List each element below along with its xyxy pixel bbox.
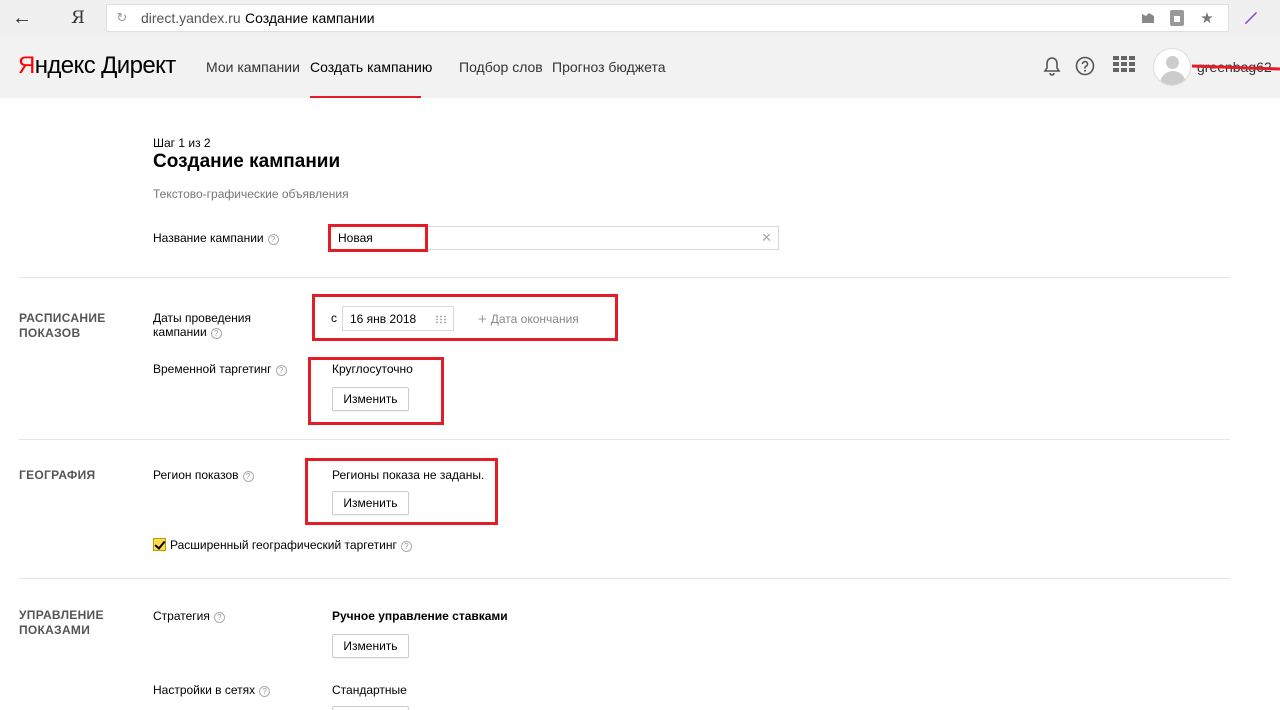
region-change-button[interactable]: Изменить xyxy=(332,491,409,515)
strategy-change-button[interactable]: Изменить xyxy=(332,634,409,658)
campaign-type-subtitle: Текстово-графические объявления xyxy=(153,187,349,201)
bell-icon[interactable] xyxy=(1041,56,1063,78)
time-targeting-change-button[interactable]: Изменить xyxy=(332,387,409,411)
nav-my-campaigns[interactable]: Мои кампании xyxy=(206,59,300,75)
campaign-name-input[interactable] xyxy=(338,230,738,246)
campaign-name-label: Название кампании? xyxy=(153,231,279,245)
reload-icon[interactable]: ↻ xyxy=(113,9,131,27)
section-divider xyxy=(19,439,1230,440)
page-title: Создание кампании xyxy=(153,151,341,172)
network-settings-change-button[interactable] xyxy=(332,706,409,710)
logo-yandex-rest: ндекс xyxy=(34,52,96,79)
management-section-title: УПРАВЛЕНИЕ ПОКАЗАМИ xyxy=(19,608,104,638)
schedule-title-line2: ПОКАЗОВ xyxy=(19,326,81,340)
step-indicator: Шаг 1 из 2 xyxy=(153,136,211,150)
star-icon[interactable]: ★ xyxy=(1199,11,1215,26)
campaign-name-label-text: Название кампании xyxy=(153,231,264,245)
lock-icon[interactable] xyxy=(1169,10,1185,26)
section-divider xyxy=(19,277,1230,278)
management-title-line1: УПРАВЛЕНИЕ xyxy=(19,608,104,622)
help-question-icon[interactable]: ? xyxy=(267,234,279,245)
add-end-date-link[interactable]: + Дата окончания xyxy=(478,311,579,328)
region-label-text: Регион показов xyxy=(153,468,239,482)
help-question-icon[interactable]: ? xyxy=(242,471,254,482)
schedule-section-title: РАСПИСАНИЕ ПОКАЗОВ xyxy=(19,311,106,341)
avatar-head-shape xyxy=(1166,56,1179,69)
help-question-icon[interactable]: ? xyxy=(210,328,222,339)
geography-section-title: ГЕОГРАФИЯ xyxy=(19,468,96,482)
address-page-title: Создание кампании xyxy=(245,10,375,26)
strategy-label: Стратегия? xyxy=(153,609,225,623)
avatar-body-shape xyxy=(1160,71,1186,85)
network-settings-label-text: Настройки в сетях xyxy=(153,683,256,697)
date-from-label: с xyxy=(331,311,337,325)
help-question-icon[interactable]: ? xyxy=(400,541,412,552)
clear-icon[interactable]: ✕ xyxy=(761,231,772,245)
nav-create-campaign[interactable]: Создать кампанию xyxy=(310,59,432,75)
time-targeting-label-text: Временной таргетинг xyxy=(153,362,272,376)
schedule-title-line1: РАСПИСАНИЕ xyxy=(19,311,106,325)
nav-word-selection[interactable]: Подбор слов xyxy=(459,59,543,75)
campaign-dates-label-line1: Даты проведения xyxy=(153,311,251,325)
pen-icon[interactable] xyxy=(1242,9,1260,27)
yandex-browser-icon[interactable]: Я xyxy=(67,6,89,30)
extended-geo-label-text: Расширенный географический таргетинг xyxy=(170,538,397,552)
browser-toolbar: ← Я ↻ direct.yandex.ru Создание кампании… xyxy=(0,0,1280,37)
region-value: Регионы показа не заданы. xyxy=(332,468,485,482)
strategy-value: Ручное управление ставками xyxy=(332,609,508,623)
section-divider xyxy=(19,578,1230,579)
flag-icon[interactable] xyxy=(1140,12,1156,26)
end-date-label: Дата окончания xyxy=(490,312,579,326)
apps-grid-icon[interactable] xyxy=(1113,56,1135,78)
management-title-line2: ПОКАЗАМИ xyxy=(19,623,91,637)
help-question-icon[interactable]: ? xyxy=(259,686,271,697)
network-settings-label: Настройки в сетях? xyxy=(153,683,271,697)
plus-icon: + xyxy=(478,311,487,328)
logo-ya-letter: Я xyxy=(18,52,35,79)
address-domain: direct.yandex.ru xyxy=(141,10,241,26)
yandex-direct-logo[interactable]: Яндекс Директ xyxy=(18,52,176,80)
active-tab-indicator xyxy=(310,96,421,98)
calendar-icon[interactable] xyxy=(435,315,447,324)
campaign-dates-label-line2: кампании xyxy=(153,325,207,339)
time-targeting-label: Временной таргетинг? xyxy=(153,362,287,376)
time-targeting-value: Круглосуточно xyxy=(332,362,413,376)
user-avatar[interactable] xyxy=(1153,48,1191,86)
help-question-icon[interactable]: ? xyxy=(275,365,287,376)
campaign-dates-label: Даты проведения кампании? xyxy=(153,311,251,339)
help-icon[interactable] xyxy=(1074,56,1096,78)
extended-geo-label[interactable]: Расширенный географический таргетинг? xyxy=(170,538,412,552)
start-date-picker[interactable]: 16 янв 2018 xyxy=(342,306,454,331)
logo-product: Директ xyxy=(101,52,176,79)
extended-geo-checkbox[interactable] xyxy=(153,538,166,551)
back-arrow-icon[interactable]: ← xyxy=(8,4,36,32)
app-header: Яндекс Директ Мои кампании Создать кампан… xyxy=(0,37,1280,98)
address-bar[interactable]: ↻ direct.yandex.ru Создание кампании ★ xyxy=(106,4,1229,32)
help-question-icon[interactable]: ? xyxy=(213,612,225,623)
strategy-label-text: Стратегия xyxy=(153,609,210,623)
network-settings-value: Стандартные xyxy=(332,683,407,697)
region-label: Регион показов? xyxy=(153,468,254,482)
campaign-name-field[interactable]: ✕ xyxy=(329,226,779,250)
start-date-value: 16 янв 2018 xyxy=(350,312,417,326)
nav-budget-forecast[interactable]: Прогноз бюджета xyxy=(552,59,666,75)
